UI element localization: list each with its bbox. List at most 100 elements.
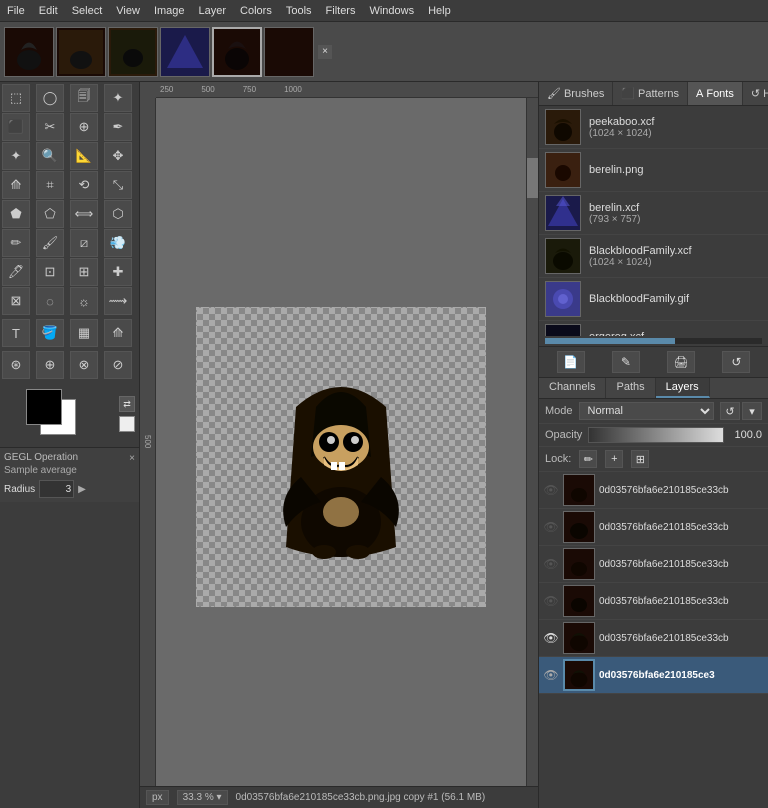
tool-airbrush[interactable]: 💨 [104, 229, 132, 257]
layer-item-3[interactable]: 👁 0d03576bfa6e210185ce33cb [539, 546, 768, 583]
gegl-expand-icon[interactable]: ▶ [78, 484, 86, 495]
menu-select[interactable]: Select [65, 3, 110, 19]
layer-visibility-4[interactable]: 👁 [543, 593, 559, 609]
menu-filters[interactable]: Filters [319, 3, 363, 19]
layer-visibility-3[interactable]: 👁 [543, 556, 559, 572]
layer-item-4[interactable]: 👁 0d03576bfa6e210185ce33cb [539, 583, 768, 620]
mode-btn-reset[interactable]: ↺ [720, 402, 740, 420]
tool-shear[interactable]: ⬟ [2, 200, 30, 228]
tool-rect-select[interactable]: ⬚ [2, 84, 30, 112]
tool-cage[interactable]: ⬡ [104, 200, 132, 228]
strip-thumb-3[interactable] [108, 27, 158, 77]
tool-paintbrush[interactable]: 🖌 [36, 229, 64, 257]
panel-btn-edit[interactable]: ✎ [612, 351, 640, 373]
layer-item-2[interactable]: 👁 0d03576bfa6e210185ce33cb [539, 509, 768, 546]
strip-thumb-2[interactable] [56, 27, 106, 77]
canvas-content[interactable] [156, 98, 526, 786]
panel-btn-new[interactable]: 📄 [557, 351, 585, 373]
tool-align[interactable]: ⟰ [2, 171, 30, 199]
tool-mypaint[interactable]: ⊡ [36, 258, 64, 286]
menu-help[interactable]: Help [421, 3, 458, 19]
tool-crop[interactable]: ⌗ [36, 171, 64, 199]
tool-zoom[interactable]: 🔍 [36, 142, 64, 170]
menu-image[interactable]: Image [147, 3, 192, 19]
tool-clone[interactable]: ⊞ [70, 258, 98, 286]
foreground-color-swatch[interactable] [26, 389, 62, 425]
menu-view[interactable]: View [109, 3, 147, 19]
file-item-peekaboo[interactable]: peekaboo.xcf (1024 × 1024) [539, 106, 768, 149]
zoom-dropdown-icon[interactable]: ▾ [217, 792, 222, 803]
tool-bucket-fill[interactable]: 🪣 [36, 319, 64, 347]
lock-btn-position[interactable]: ⊞ [631, 450, 649, 468]
layer-visibility-1[interactable]: 👁 [543, 482, 559, 498]
tool-perspective-clone[interactable]: ⊠ [2, 287, 30, 315]
tool-perspective[interactable]: ⬠ [36, 200, 64, 228]
tool-fuzzy-select[interactable]: ✦ [104, 84, 132, 112]
tool-text[interactable]: T [2, 319, 30, 347]
tab-fonts[interactable]: A Fonts [688, 82, 743, 105]
menu-windows[interactable]: Windows [362, 3, 421, 19]
tab-brushes[interactable]: 🖌 Brushes [539, 82, 613, 105]
tool-foreground-select[interactable]: ⊕ [70, 113, 98, 141]
panel-btn-print[interactable]: 🖨 [667, 351, 695, 373]
file-item-berelin-png[interactable]: berelin.png [539, 149, 768, 192]
layer-visibility-2[interactable]: 👁 [543, 519, 559, 535]
tool-scale[interactable]: ⤡ [104, 171, 132, 199]
strip-thumb-6[interactable] [264, 27, 314, 77]
lock-btn-paint[interactable]: ✏ [579, 450, 597, 468]
tool-ink[interactable]: 🖊 [2, 258, 30, 286]
tool-blur[interactable]: ◌ [36, 287, 64, 315]
layer-item-6[interactable]: 👁 0d03576bfa6e210185ce3 [539, 657, 768, 694]
tab-history[interactable]: ↺ History [743, 82, 768, 105]
gegl-radius-input[interactable] [39, 480, 74, 498]
strip-close-button[interactable]: × [318, 45, 332, 59]
menu-edit[interactable]: Edit [32, 3, 65, 19]
opacity-slider[interactable] [588, 427, 724, 443]
menu-layer[interactable]: Layer [192, 3, 234, 19]
strip-thumb-1[interactable] [4, 27, 54, 77]
tab-paths[interactable]: Paths [606, 378, 655, 398]
tool-curves[interactable]: ⟰ [104, 319, 132, 347]
canvas-scrollbar-v[interactable] [526, 98, 538, 786]
menu-colors[interactable]: Colors [233, 3, 279, 19]
gegl-close[interactable]: × [129, 453, 135, 464]
default-colors-btn[interactable] [119, 416, 135, 432]
file-item-ergereg[interactable]: ergereg.xcf (1024 × 1024) [539, 321, 768, 336]
tool-flip[interactable]: ⟺ [70, 200, 98, 228]
tab-layers[interactable]: Layers [656, 378, 710, 398]
layer-item-1[interactable]: 👁 0d03576bfa6e210185ce33cb [539, 472, 768, 509]
tool-blend[interactable]: ▦ [70, 319, 98, 347]
tool-dodge[interactable]: ☼ [70, 287, 98, 315]
tab-channels[interactable]: Channels [539, 378, 606, 398]
tool-extra2[interactable]: ⊕ [36, 351, 64, 379]
status-zoom[interactable]: 33.3 % ▾ [177, 790, 228, 805]
strip-thumb-5[interactable] [212, 27, 262, 77]
tool-paths[interactable]: ✒ [104, 113, 132, 141]
tool-scissor-select[interactable]: ✂ [36, 113, 64, 141]
tool-color-picker[interactable]: ✦ [2, 142, 30, 170]
tool-measure[interactable]: 📐 [70, 142, 98, 170]
mode-select[interactable]: Normal Multiply Screen Overlay Dissolve [579, 402, 714, 420]
file-item-blackblood-gif[interactable]: BlackbloodFamily.gif [539, 278, 768, 321]
tab-patterns[interactable]: ⬛ Patterns [613, 82, 688, 105]
menu-file[interactable]: File [0, 3, 32, 19]
tool-extra1[interactable]: ⊛ [2, 351, 30, 379]
layer-visibility-6[interactable]: 👁 [543, 667, 559, 683]
tool-extra4[interactable]: ⊘ [104, 351, 132, 379]
file-item-berelin-xcf[interactable]: berelin.xcf (793 × 757) [539, 192, 768, 235]
tool-free-select[interactable]: 🗐 [70, 84, 98, 112]
tool-ellipse-select[interactable]: ◯ [36, 84, 64, 112]
tool-extra3[interactable]: ⊗ [70, 351, 98, 379]
tool-rotate[interactable]: ⟲ [70, 171, 98, 199]
tool-heal[interactable]: ✚ [104, 258, 132, 286]
file-item-blackblood-xcf[interactable]: BlackbloodFamily.xcf (1024 × 1024) [539, 235, 768, 278]
lock-btn-alpha[interactable]: + [605, 450, 623, 468]
panel-btn-refresh[interactable]: ↺ [722, 351, 750, 373]
status-unit[interactable]: px [146, 790, 169, 805]
tool-pencil[interactable]: ✏ [2, 229, 30, 257]
menu-tools[interactable]: Tools [279, 3, 319, 19]
mode-btn-expand[interactable]: ▾ [742, 402, 762, 420]
layer-visibility-5[interactable]: 👁 [543, 630, 559, 646]
tool-smudge[interactable]: ⟿ [104, 287, 132, 315]
tool-select-by-color[interactable]: ⬛ [2, 113, 30, 141]
